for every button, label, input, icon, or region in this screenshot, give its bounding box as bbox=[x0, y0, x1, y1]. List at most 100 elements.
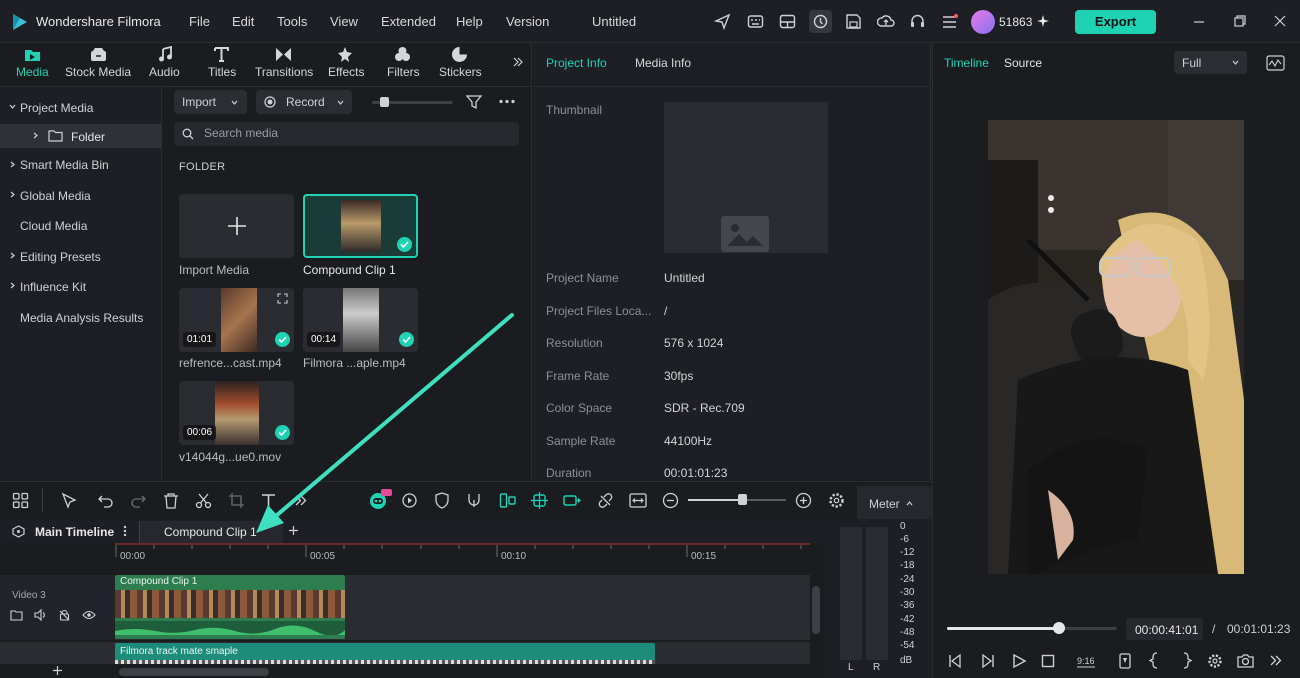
sidebar-item-influence-kit[interactable]: Influence Kit bbox=[20, 280, 86, 294]
tab-stickers[interactable]: Stickers bbox=[439, 65, 482, 79]
sidebar-item-global-media[interactable]: Global Media bbox=[20, 189, 91, 203]
search-input[interactable] bbox=[204, 126, 504, 140]
restore-icon[interactable] bbox=[1233, 14, 1247, 28]
chevron-right-icon[interactable] bbox=[8, 281, 17, 290]
more-controls-icon[interactable] bbox=[1269, 654, 1282, 667]
tab-audio[interactable]: Audio bbox=[149, 65, 180, 79]
tab-titles[interactable]: Titles bbox=[208, 65, 236, 79]
stickers-icon[interactable] bbox=[451, 46, 468, 63]
menu-help[interactable]: Help bbox=[456, 14, 483, 29]
tab-main-timeline[interactable]: Main Timeline bbox=[35, 525, 114, 539]
tab-media-info[interactable]: Media Info bbox=[635, 56, 691, 70]
stock-media-icon[interactable] bbox=[90, 46, 107, 63]
horizontal-scrollbar[interactable] bbox=[119, 668, 269, 676]
unlink-icon[interactable] bbox=[597, 492, 614, 509]
import-button[interactable]: Import bbox=[174, 90, 247, 114]
sync-icon[interactable] bbox=[809, 10, 832, 33]
media-icon[interactable] bbox=[24, 46, 41, 63]
tab-filters[interactable]: Filters bbox=[387, 65, 420, 79]
send-icon[interactable] bbox=[714, 13, 731, 30]
mark-in-icon[interactable] bbox=[1149, 652, 1161, 669]
timeline-home-icon[interactable] bbox=[12, 525, 25, 538]
marker-icon[interactable] bbox=[1118, 653, 1132, 669]
cloud-upload-icon[interactable] bbox=[877, 13, 895, 30]
next-frame-icon[interactable] bbox=[980, 653, 996, 669]
speaker-icon[interactable] bbox=[34, 609, 47, 621]
chevron-right-icon[interactable] bbox=[31, 131, 40, 140]
chevron-right-icon[interactable] bbox=[8, 251, 17, 260]
chevron-down-icon[interactable] bbox=[8, 102, 17, 111]
headset-icon[interactable] bbox=[909, 13, 926, 30]
sidebar-item-editing-presets[interactable]: Editing Presets bbox=[20, 250, 101, 264]
fit-timeline-icon[interactable] bbox=[629, 492, 647, 509]
sidebar-item-cloud-media[interactable]: Cloud Media bbox=[20, 219, 87, 233]
sidebar-item-smart-media-bin[interactable]: Smart Media Bin bbox=[20, 158, 109, 172]
select-tool-icon[interactable] bbox=[61, 492, 78, 509]
tab-media[interactable]: Media bbox=[16, 65, 49, 79]
filter-icon[interactable] bbox=[466, 94, 483, 110]
timeline-clip-filmora[interactable]: Filmora track mate smaple bbox=[115, 643, 655, 665]
more-options-icon[interactable] bbox=[499, 99, 515, 104]
stop-icon[interactable] bbox=[1041, 654, 1055, 668]
compound-clip-tile[interactable] bbox=[303, 194, 418, 258]
tab-timeline-preview[interactable]: Timeline bbox=[944, 56, 989, 70]
export-button[interactable]: Export bbox=[1075, 10, 1156, 34]
redo-icon[interactable] bbox=[130, 492, 147, 509]
previous-frame-icon[interactable] bbox=[947, 653, 963, 669]
undo-icon[interactable] bbox=[97, 492, 114, 509]
tab-project-info[interactable]: Project Info bbox=[546, 56, 607, 70]
current-time-box[interactable]: 00:00:41:01 bbox=[1126, 618, 1203, 640]
menu-view[interactable]: View bbox=[330, 14, 358, 29]
timeline-clip-compound[interactable]: Compound Clip 1 bbox=[115, 575, 345, 639]
menu-edit[interactable]: Edit bbox=[232, 14, 254, 29]
chevron-right-icon[interactable] bbox=[8, 160, 17, 169]
grid-layout-icon[interactable] bbox=[12, 492, 29, 509]
keyboard-icon[interactable] bbox=[747, 13, 764, 30]
vertical-scrollbar[interactable] bbox=[812, 586, 820, 634]
avatar[interactable] bbox=[971, 10, 995, 34]
add-track-icon[interactable] bbox=[52, 665, 63, 676]
settings-icon[interactable] bbox=[1207, 653, 1223, 669]
timeline-settings-icon[interactable] bbox=[828, 492, 845, 509]
keyframe-icon[interactable] bbox=[563, 492, 581, 509]
sidebar-item-folder[interactable]: Folder bbox=[71, 130, 105, 144]
eye-icon[interactable] bbox=[82, 609, 96, 621]
close-icon[interactable] bbox=[1273, 14, 1287, 28]
lock-off-icon[interactable] bbox=[58, 609, 71, 621]
save-icon[interactable] bbox=[845, 13, 862, 30]
import-media-tile[interactable] bbox=[179, 194, 294, 258]
filters-icon[interactable] bbox=[394, 46, 411, 63]
tab-source-preview[interactable]: Source bbox=[1004, 56, 1042, 70]
transitions-icon[interactable] bbox=[275, 46, 292, 63]
menu-file[interactable]: File bbox=[189, 14, 210, 29]
sidebar-item-project-media[interactable]: Project Media bbox=[20, 101, 93, 115]
folder-track-icon[interactable] bbox=[10, 609, 23, 621]
audio-icon[interactable] bbox=[157, 46, 174, 63]
notification-menu-icon[interactable] bbox=[941, 13, 959, 30]
tab-stock-media[interactable]: Stock Media bbox=[65, 65, 131, 79]
menu-tools[interactable]: Tools bbox=[277, 14, 307, 29]
split-scissors-icon[interactable] bbox=[195, 492, 212, 509]
thumbnail-size-handle[interactable] bbox=[380, 97, 389, 107]
titles-icon[interactable] bbox=[213, 46, 230, 63]
zoom-out-icon[interactable] bbox=[662, 492, 679, 509]
layout-icon[interactable] bbox=[779, 13, 796, 30]
waveform-icon[interactable] bbox=[1266, 55, 1285, 71]
menu-extended[interactable]: Extended bbox=[381, 14, 436, 29]
play-icon[interactable] bbox=[1011, 653, 1027, 669]
timeline-zoom-handle[interactable] bbox=[737, 494, 747, 505]
tab-transitions[interactable]: Transitions bbox=[255, 65, 313, 79]
chevron-right-icon[interactable] bbox=[8, 190, 17, 199]
quality-select[interactable]: Full bbox=[1174, 51, 1247, 74]
snapshot-icon[interactable] bbox=[1237, 653, 1254, 668]
mark-out-icon[interactable] bbox=[1180, 652, 1192, 669]
minimize-icon[interactable] bbox=[1192, 15, 1206, 29]
more-vertical-icon[interactable] bbox=[123, 525, 127, 537]
aspect-ratio-icon[interactable]: 9:16 bbox=[1076, 653, 1096, 669]
record-button[interactable]: Record bbox=[256, 90, 352, 114]
effects-icon[interactable] bbox=[337, 46, 354, 63]
sidebar-item-media-analysis[interactable]: Media Analysis Results bbox=[20, 311, 143, 325]
smart-cut-icon[interactable] bbox=[531, 492, 548, 509]
expand-tabs-icon[interactable] bbox=[512, 56, 524, 68]
meter-toggle[interactable]: Meter bbox=[857, 486, 932, 519]
